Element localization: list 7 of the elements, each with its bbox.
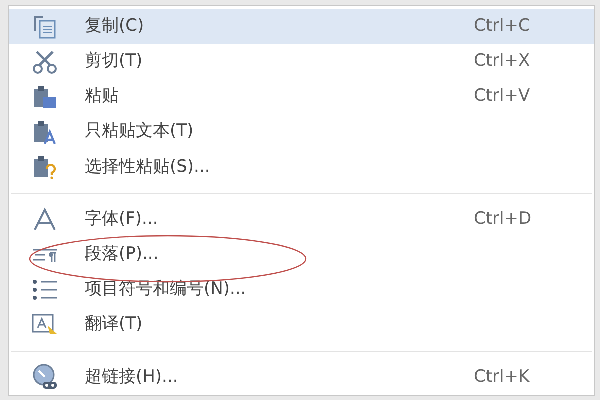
clipboard-question-icon xyxy=(31,154,59,180)
clipboard-icon xyxy=(31,84,59,110)
link-globe-icon xyxy=(31,364,59,390)
scissors-icon xyxy=(31,48,59,75)
menu-item[interactable]: 复制(C) Ctrl+C xyxy=(9,9,594,44)
copy-icon xyxy=(31,14,59,40)
clipboard-text-icon xyxy=(31,119,59,146)
